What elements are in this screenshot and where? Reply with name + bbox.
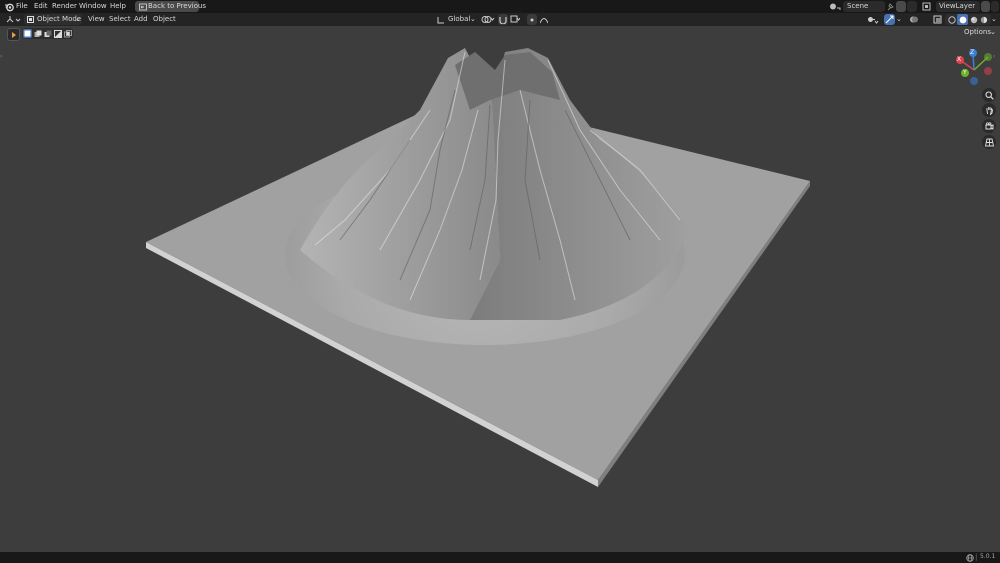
toolbar-expand-icon[interactable]: › [0,50,2,63]
menu-edit[interactable]: Edit [34,0,48,13]
ortho-toggle-button[interactable] [982,135,996,149]
select-intersect-icon[interactable] [63,29,72,38]
visibility-icon[interactable] [866,14,882,25]
sidebar-expand-icon[interactable]: ‹ [993,50,995,63]
transform-orientation-dropdown[interactable]: Global ⌄ [446,14,476,25]
proportional-editing-button[interactable] [527,14,537,25]
options-label: Options [964,28,992,36]
menu-help[interactable]: Help [110,0,126,13]
editor-type-icon[interactable] [4,14,22,25]
proportional-icon [528,15,536,24]
solid-shading-icon[interactable] [957,14,968,25]
object-mode-icon [26,15,35,24]
chevron-down-icon: ⌄ [75,15,81,23]
menu-file[interactable]: File [16,0,28,13]
zoom-button[interactable] [982,88,996,102]
menu-object[interactable]: Object [153,13,176,26]
camera-view-button[interactable] [982,119,996,133]
menu-render[interactable]: Render [52,0,77,13]
gizmo-dropdown-icon[interactable]: ⌄ [896,14,904,25]
view-layer-field[interactable]: ViewLayer [936,1,980,12]
pivot-point-icon[interactable] [480,14,496,25]
blender-logo-icon[interactable] [3,1,14,12]
status-bar: | 5.0.1 [0,552,1000,563]
3d-viewport[interactable]: Z Y X › ‹ [0,40,1000,552]
back-to-previous-button[interactable]: Back to Previous [135,1,206,12]
snap-toggle-button[interactable] [498,14,508,25]
tool-settings-bar: Options ⌄ [0,26,1000,41]
scene-field[interactable]: Scene [843,1,885,12]
gizmo-icon [885,15,894,24]
chevron-down-icon: ⌄ [470,15,476,23]
options-dropdown[interactable]: Options ⌄ [961,27,997,39]
menu-add[interactable]: Add [134,13,148,26]
new-view-layer-button[interactable] [981,1,990,12]
globe-icon [965,553,974,562]
camera-icon [985,121,993,130]
select-new-icon[interactable] [23,29,32,38]
transform-orientation-icon [436,14,446,25]
view-layer-icon[interactable] [921,1,935,12]
cursor-icon [9,30,18,39]
shading-mode-group [945,14,991,25]
top-menu-bar: File Edit Render Window Help Back to Pre… [0,0,1000,13]
terrain-scene[interactable] [0,40,1000,552]
ortho-grid-icon [984,138,994,146]
shading-dropdown-icon[interactable]: ⌄ [991,14,999,25]
menu-window[interactable]: Window [79,0,107,13]
select-subtract-icon[interactable] [43,29,52,38]
rendered-shading-icon[interactable] [979,15,988,24]
object-mode-dropdown[interactable]: Object Mode ⌄ [24,14,82,25]
back-icon [138,2,147,11]
falloff-icon[interactable] [539,14,549,25]
xray-icon[interactable] [932,14,943,25]
selection-mode-group [22,28,73,39]
menu-select[interactable]: Select [109,13,131,26]
material-shading-icon[interactable] [969,15,978,24]
view-layer-name: ViewLayer [939,2,976,10]
scene-name: Scene [847,2,869,10]
snap-target-icon[interactable] [509,14,521,25]
gizmo-axis-z: Z [970,49,975,56]
wireframe-shading-icon[interactable] [947,15,956,24]
overlays-icon[interactable] [908,14,919,25]
gizmo-axis-x: X [957,56,962,63]
viewport-header: Object Mode ⌄ View Select Add Object Glo… [0,13,1000,26]
select-extend-icon[interactable] [33,29,42,38]
gizmo-toggle-button[interactable] [884,14,895,25]
delete-view-layer-button[interactable] [991,1,999,12]
version-label: 5.0.1 [980,553,996,560]
back-to-previous-label: Back to Previous [148,2,207,10]
chevron-down-icon: ⌄ [990,28,996,36]
snap-icon [499,15,507,24]
pin-icon[interactable] [885,1,895,12]
status-divider: | [975,553,978,561]
transform-orientation-label: Global [448,15,471,23]
new-scene-button[interactable] [896,1,906,12]
pan-button[interactable] [982,103,996,117]
zoom-icon [984,90,994,100]
delete-scene-button[interactable] [907,1,917,12]
gizmo-axis-y: Y [963,69,967,76]
pan-icon [986,106,993,115]
scene-icon[interactable] [828,1,842,12]
select-invert-icon[interactable] [53,29,62,38]
menu-view[interactable]: View [88,13,105,26]
navigation-gizmo[interactable]: Z Y X [952,48,996,92]
